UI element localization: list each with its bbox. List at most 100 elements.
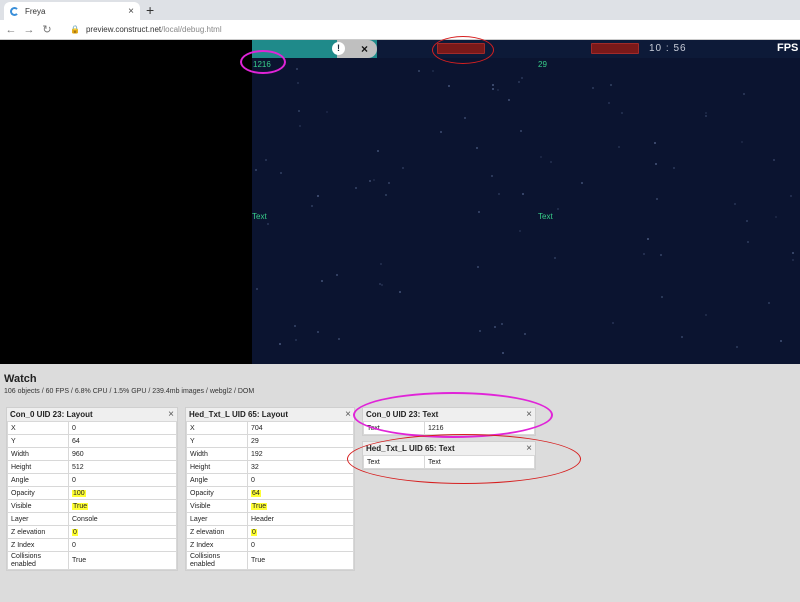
star-particle (643, 253, 645, 255)
property-value[interactable]: Header (247, 512, 354, 526)
table-row: Height 32 (186, 460, 354, 474)
back-arrow-icon[interactable]: ← (4, 24, 18, 36)
star-particle (491, 175, 493, 177)
close-icon[interactable]: × (168, 409, 174, 420)
fps-label: FPS (777, 42, 799, 54)
reload-icon[interactable]: ↻ (40, 23, 54, 36)
property-value[interactable]: 960 (68, 447, 177, 461)
star-particle (557, 208, 559, 210)
property-value[interactable]: 0 (247, 538, 354, 552)
star-particle (256, 288, 258, 290)
star-particle (478, 211, 480, 213)
star-particle (497, 89, 499, 91)
panel-title: Hed_Txt_L UID 65: Text (366, 444, 455, 453)
console-counter-text: 1216 (253, 60, 271, 69)
close-icon[interactable]: × (526, 409, 532, 420)
star-particle (524, 333, 526, 335)
property-value[interactable]: 0 (247, 525, 354, 539)
property-value[interactable]: 100 (68, 486, 177, 500)
property-value[interactable]: 512 (68, 460, 177, 474)
star-particle (618, 146, 620, 148)
property-value[interactable]: 32 (247, 460, 354, 474)
property-value[interactable]: True (68, 499, 177, 513)
star-particle (647, 238, 649, 240)
property-key: Width (186, 447, 248, 461)
table-row: Angle 0 (7, 473, 177, 487)
star-particle (518, 81, 520, 83)
property-value[interactable]: 0 (68, 538, 177, 552)
property-table: Text Text (363, 455, 535, 469)
star-particle (476, 147, 478, 149)
property-key: Z Index (7, 538, 69, 552)
star-particle (317, 195, 319, 197)
star-particle (521, 77, 523, 79)
close-icon[interactable]: × (526, 443, 532, 454)
new-tab-button[interactable]: + (146, 2, 154, 18)
forward-arrow-icon[interactable]: → (22, 24, 36, 36)
property-value[interactable]: True (247, 551, 354, 570)
watch-panel-con0-text: Con_0 UID 23: Text × Text 1216 (362, 407, 536, 436)
table-row: Height 512 (7, 460, 177, 474)
table-row: Text Text (363, 455, 535, 469)
highlighted-value: True (72, 502, 89, 510)
table-row: Opacity 100 (7, 486, 177, 500)
property-key: Layer (186, 512, 248, 526)
property-key: Z elevation (186, 525, 248, 539)
table-row: Collisions enabled True (186, 551, 354, 570)
property-value[interactable]: 0 (68, 421, 177, 435)
property-value[interactable]: 0 (247, 473, 354, 487)
property-key: Visible (7, 499, 69, 513)
star-particle (508, 99, 510, 101)
property-key: Opacity (186, 486, 248, 500)
property-value[interactable]: 29 (247, 434, 354, 448)
url-field[interactable]: preview.construct.net/local/debug.html (86, 25, 222, 34)
highlighted-value: 0 (72, 528, 78, 536)
star-particle (792, 252, 794, 254)
property-value[interactable]: Console (68, 512, 177, 526)
star-particle (501, 323, 503, 325)
browser-tab[interactable]: Freya × (4, 2, 140, 20)
table-row: Visible True (7, 499, 177, 513)
url-host: preview.construct.net (85, 25, 162, 34)
star-particle (747, 241, 749, 243)
property-table: X 704 Y 29 Width 192 Height 32 Angle 0 Opacit… (186, 421, 354, 570)
star-particle (746, 220, 748, 222)
star-particle (621, 112, 623, 114)
property-value[interactable]: 64 (247, 486, 354, 500)
property-value[interactable]: Text (424, 455, 535, 469)
table-row: X0 (7, 421, 177, 435)
star-particle (418, 70, 420, 72)
highlighted-value: 0 (251, 528, 257, 536)
star-particle (388, 182, 390, 184)
star-particle (705, 115, 707, 117)
star-particle (705, 314, 707, 316)
star-particle (492, 84, 494, 86)
close-icon[interactable]: × (361, 40, 368, 58)
star-particle (792, 259, 794, 261)
alert-icon[interactable]: ! (332, 42, 345, 55)
star-particle (660, 254, 662, 256)
star-particle (296, 68, 298, 70)
property-value[interactable]: True (68, 551, 177, 570)
property-value[interactable]: 0 (68, 473, 177, 487)
star-particle (299, 125, 301, 127)
property-value[interactable]: 64 (68, 434, 177, 448)
property-key: Height (7, 460, 69, 474)
property-key: Height (186, 460, 248, 474)
table-row: Opacity 64 (186, 486, 354, 500)
star-particle (736, 346, 738, 348)
property-value[interactable]: 0 (68, 525, 177, 539)
star-particle (379, 283, 381, 285)
table-row: Angle 0 (186, 473, 354, 487)
game-canvas[interactable]: ! × 10 : 56 FPS 60 1216 29 Text Text (252, 40, 800, 364)
close-icon[interactable]: × (345, 409, 351, 420)
lock-icon[interactable]: 🔒 (70, 25, 80, 34)
tab-close-icon[interactable]: × (128, 6, 134, 17)
star-particle (317, 331, 319, 333)
property-value[interactable]: 1216 (424, 421, 535, 435)
property-value[interactable]: 704 (247, 421, 354, 435)
property-value[interactable]: 192 (247, 447, 354, 461)
property-value[interactable]: True (247, 499, 354, 513)
panel-title: Hed_Txt_L UID 65: Layout (189, 410, 288, 419)
star-particle (280, 172, 282, 174)
